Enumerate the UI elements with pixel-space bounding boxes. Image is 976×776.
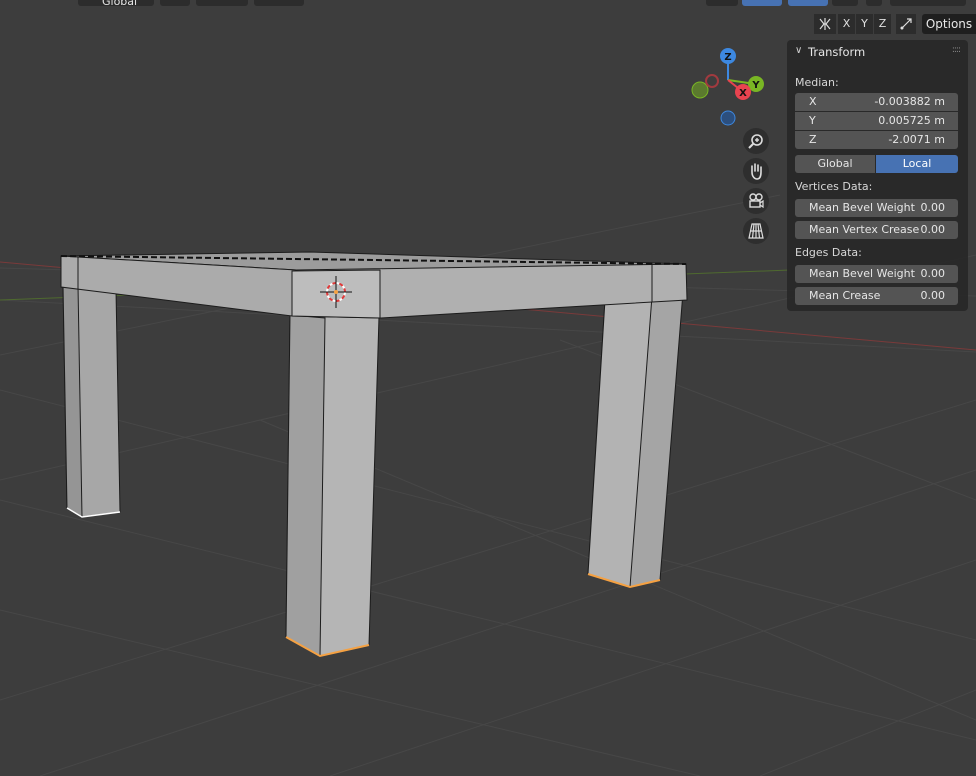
hand-icon <box>751 163 762 180</box>
pivot-dropdown[interactable] <box>160 0 190 6</box>
vertex-crease-label: Mean Vertex Crease <box>809 223 920 236</box>
navigation-gizmo[interactable]: Z Y X <box>691 48 764 126</box>
viewport-header: Global <box>0 0 976 8</box>
xray-dropdown[interactable] <box>832 0 858 6</box>
gizmo-z-label: Z <box>724 52 731 63</box>
vertex-bevel-weight-field[interactable]: Mean Bevel Weight 0.00 <box>795 199 958 217</box>
mirror-y-toggle[interactable]: Y <box>856 14 873 34</box>
proportional-edit-button[interactable] <box>254 0 304 6</box>
perspective-toggle-button[interactable] <box>743 218 769 244</box>
median-y-value: 0.005725 m <box>878 114 945 127</box>
overlay-toggle-button[interactable] <box>788 0 828 6</box>
median-y-label: Y <box>809 114 816 127</box>
edge-bevel-weight-value: 0.00 <box>920 267 946 280</box>
vertex-bevel-weight-value: 0.00 <box>920 201 946 214</box>
camera-icon <box>749 193 764 209</box>
edge-crease-label: Mean Crease <box>809 289 881 302</box>
edge-bevel-weight-field[interactable]: Mean Bevel Weight 0.00 <box>795 265 958 283</box>
local-space-button[interactable]: Local <box>876 155 958 173</box>
drag-grip-icon[interactable]: :::: <box>952 45 961 55</box>
select-mode-dropdown[interactable] <box>706 0 738 6</box>
vertices-data-label: Vertices Data: <box>795 180 873 193</box>
orientation-label: Global <box>102 0 138 8</box>
chevron-down-icon: ∨ <box>795 45 803 56</box>
xray-toggle-button[interactable] <box>866 0 882 6</box>
gizmo-x-label: X <box>739 88 747 99</box>
transform-title: Transform <box>808 45 866 59</box>
edge-bevel-weight-label: Mean Bevel Weight <box>809 267 915 280</box>
mirror-icon[interactable] <box>814 14 836 34</box>
global-space-button[interactable]: Global <box>795 155 875 173</box>
options-button[interactable]: Options <box>922 14 976 34</box>
edge-crease-field[interactable]: Mean Crease 0.00 <box>795 287 958 305</box>
vertex-crease-value: 0.00 <box>920 223 946 236</box>
transform-panel-header[interactable]: ∨ Transform :::: <box>787 40 968 64</box>
gizmo-neg-x-icon <box>705 74 719 88</box>
edge-crease-value: 0.00 <box>920 289 946 302</box>
zoom-button[interactable] <box>743 128 769 154</box>
median-x-value: -0.003882 m <box>874 95 945 108</box>
median-y-field[interactable]: Y 0.005725 m <box>795 112 958 130</box>
transform-panel: ∨ Transform :::: Median: X -0.003882 m Y… <box>787 40 968 311</box>
median-z-field[interactable]: Z -2.0071 m <box>795 131 958 149</box>
gizmo-y-label: Y <box>751 80 760 91</box>
pan-button[interactable] <box>743 158 769 184</box>
mirror-z-toggle[interactable]: Z <box>874 14 891 34</box>
snap-dropdown[interactable] <box>196 0 248 6</box>
gizmo-neg-z-icon <box>720 110 736 126</box>
camera-view-button[interactable] <box>743 188 769 214</box>
median-x-label: X <box>809 95 817 108</box>
edges-data-label: Edges Data: <box>795 246 862 259</box>
mirror-x-toggle[interactable]: X <box>838 14 855 34</box>
vertex-bevel-weight-label: Mean Bevel Weight <box>809 201 915 214</box>
zoom-icon <box>748 134 763 149</box>
vertex-crease-field[interactable]: Mean Vertex Crease 0.00 <box>795 221 958 239</box>
shading-mode-buttons[interactable] <box>890 0 966 6</box>
gizmo-toggle-button[interactable] <box>742 0 782 6</box>
grid-icon <box>748 223 764 239</box>
gizmo-neg-y-icon <box>691 81 709 99</box>
median-x-field[interactable]: X -0.003882 m <box>795 93 958 111</box>
auto-merge-icon[interactable] <box>896 14 916 34</box>
median-label: Median: <box>795 76 839 89</box>
median-z-label: Z <box>809 133 817 146</box>
median-z-value: -2.0071 m <box>888 133 945 146</box>
